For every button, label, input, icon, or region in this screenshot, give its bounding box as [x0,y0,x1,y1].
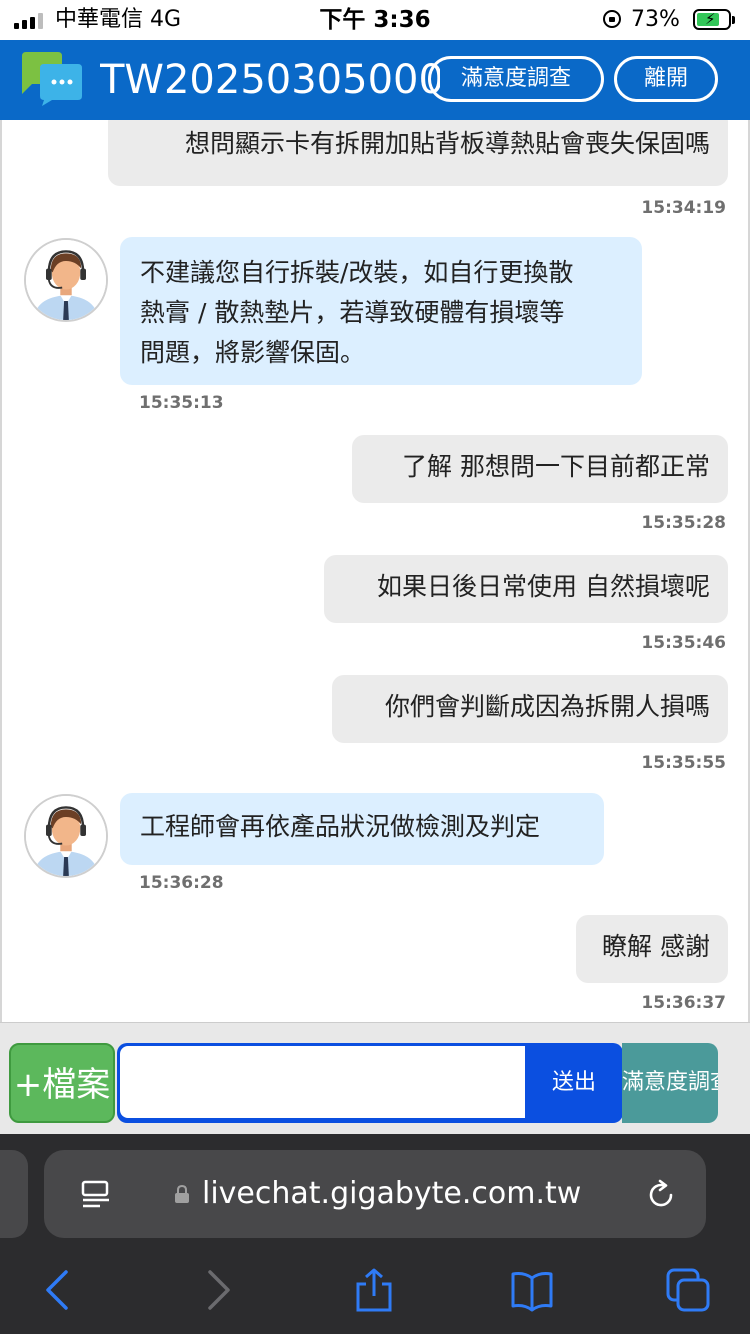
message-text-line: 問題，將影響保固。 [140,338,366,367]
status-bar: 中華電信 4G 下午 3:36 73% ⚡ [0,0,750,40]
reload-icon[interactable] [644,1178,678,1212]
lock-icon [175,1184,189,1203]
case-id-title: TW202503050006 [100,57,440,103]
message-input-group: 送出 [117,1043,623,1123]
previous-tab-preview[interactable] [0,1150,28,1238]
message-timestamp: 15:35:55 [641,753,726,773]
message-timestamp: 15:35:13 [139,393,224,413]
address-bar[interactable]: livechat.gigabyte.com.tw [44,1150,706,1238]
satisfaction-survey-button-2[interactable]: 滿意度調查 [622,1043,718,1123]
agent-avatar-icon [26,240,106,320]
bookmarks-icon[interactable] [510,1268,554,1312]
chat-logo-icon [22,52,82,106]
satisfaction-survey-button[interactable]: 滿意度調查 [428,56,604,102]
message-input[interactable] [120,1046,525,1118]
forward-icon[interactable] [196,1268,240,1312]
message-timestamp: 15:35:46 [641,633,726,653]
chat-header: TW202503050006 滿意度調查 離開 [0,40,750,120]
message-text: 如果日後日常使用 自然損壞呢 [377,572,710,601]
user-message-bubble: 瞭解 感謝 [576,915,728,983]
message-timestamp: 15:34:19 [641,198,726,218]
user-message-bubble: 想問顯示卡有拆開加貼背板導熱貼會喪失保固嗎 [108,120,728,186]
back-icon[interactable] [36,1268,80,1312]
message-timestamp: 15:35:28 [641,513,726,533]
battery-icon: ⚡ [693,9,731,30]
message-composer: +檔案 送出 滿意度調查 [0,1022,750,1135]
leave-button[interactable]: 離開 [614,56,718,102]
browser-toolbar: livechat.gigabyte.com.tw [0,1134,750,1334]
message-text: 你們會判斷成因為拆開人損嗎 [384,692,710,721]
message-text: 想問顯示卡有拆開加貼背板導熱貼會喪失保固嗎 [184,129,710,158]
orientation-lock-icon [603,10,621,28]
agent-avatar-icon [26,796,106,876]
send-button[interactable]: 送出 [525,1043,623,1123]
agent-message-bubble: 工程師會再依產品狀況做檢測及判定 [120,793,604,865]
message-text: 工程師會再依產品狀況做檢測及判定 [140,812,541,841]
message-text: 瞭解 感謝 [602,932,710,961]
agent-message-bubble: 不建議您自行拆裝/改裝，如自行更換散 熱膏 / 散熱墊片，若導致硬體有損壞等 問… [120,237,642,385]
reader-menu-icon[interactable] [80,1180,112,1210]
charging-bolt-icon: ⚡ [705,10,716,28]
share-icon[interactable] [352,1268,396,1312]
message-timestamp: 15:36:28 [139,873,224,893]
battery-percent: 73% [631,7,680,32]
attach-file-button[interactable]: +檔案 [9,1043,115,1123]
user-message-bubble: 如果日後日常使用 自然損壞呢 [324,555,728,623]
agent-avatar [24,794,108,878]
message-text-line: 熱膏 / 散熱墊片，若導致硬體有損壞等 [140,298,565,327]
chat-transcript[interactable]: 想問顯示卡有拆開加貼背板導熱貼會喪失保固嗎 15:34:19 不建議您自行拆裝/… [0,120,750,1022]
user-message-bubble: 了解 那想問一下目前都正常 [352,435,728,503]
url-text: livechat.gigabyte.com.tw [202,1176,582,1211]
survey-button-label: 滿意度調查 [622,1070,718,1095]
agent-avatar [24,238,108,322]
battery-tip [732,16,735,24]
message-text: 了解 那想問一下目前都正常 [402,452,710,481]
message-timestamp: 15:36:37 [641,993,726,1013]
message-text-line: 不建議您自行拆裝/改裝，如自行更換散 [140,258,574,287]
tabs-icon[interactable] [666,1268,710,1312]
user-message-bubble: 你們會判斷成因為拆開人損嗎 [332,675,728,743]
